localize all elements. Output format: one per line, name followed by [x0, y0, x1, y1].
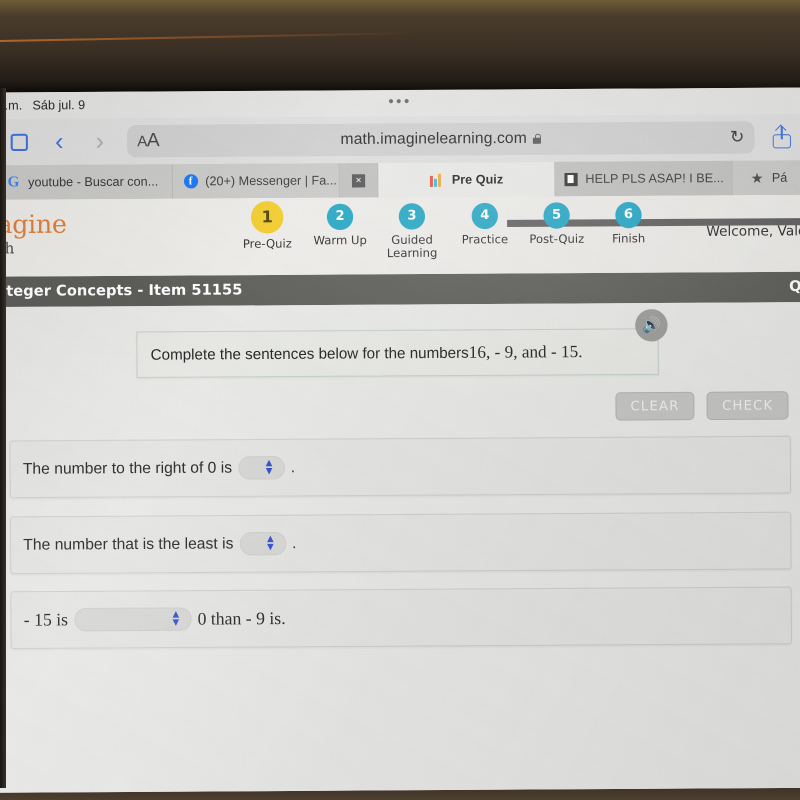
logo-math-text: Math	[0, 239, 15, 258]
step-pre-quiz[interactable]: 1 Pre-Quiz	[239, 201, 296, 251]
device-bezel-left	[0, 88, 6, 788]
google-icon: G	[7, 173, 20, 191]
browser-toolbar: ‹ › AA math.imaginelearning.com ↻	[0, 113, 800, 166]
welcome-message: Welcome, Valeri	[706, 223, 800, 240]
tab-help-pls-asap[interactable]: HELP PLS ASAP! I BE...	[555, 160, 733, 197]
tab-label: Pre Quiz	[451, 172, 504, 187]
chevron-updown-icon: ▲ ▼	[264, 533, 276, 554]
tab-close[interactable]: ×	[339, 162, 379, 198]
imagine-learning-icon	[429, 172, 444, 187]
answer-text-after: 0 than - 9 is.	[197, 607, 286, 629]
step-post-quiz[interactable]: 5 Post-Quiz	[528, 202, 585, 246]
step-number: 5	[543, 202, 570, 229]
answer-dropdown-2[interactable]: ▲ ▼	[239, 531, 287, 556]
step-number: 2	[326, 203, 354, 231]
tab-pre-quiz[interactable]: Pre Quiz	[378, 161, 556, 198]
status-bar-date: Sáb jul. 9	[32, 97, 86, 113]
tab-overview-dots-icon[interactable]: •••	[388, 93, 412, 110]
answer-row-2: The number that is the least is ▲ ▼ .	[9, 511, 792, 575]
lock-icon	[533, 134, 541, 144]
step-practice[interactable]: 4 Practice	[456, 202, 513, 247]
brainly-icon	[563, 171, 578, 186]
tab-label: youtube - Buscar con...	[28, 174, 159, 190]
answer-dropdown-3[interactable]: ▲ ▼	[74, 607, 192, 632]
answer-row-1: The number to the right of 0 is ▲ ▼ .	[9, 435, 792, 499]
answer-row-3: - 15 is ▲ ▼ 0 than - 9 is.	[10, 586, 793, 649]
step-number: 6	[615, 201, 642, 229]
step-label: Guided Learning	[386, 232, 438, 261]
action-buttons: CLEAR CHECK	[615, 391, 789, 421]
close-icon[interactable]: ×	[351, 173, 366, 188]
screen-smudge	[85, 751, 148, 793]
item-title: Integer Concepts - Item 51155	[0, 282, 243, 300]
tab-strip: G youtube - Buscar con... f (20+) Messen…	[0, 160, 800, 200]
step-label: Post-Quiz	[529, 231, 585, 247]
imagine-math-logo[interactable]: magine Math	[0, 209, 67, 258]
answer-text-after: .	[290, 458, 296, 476]
question-prompt-numbers: 16, - 9, and - 15.	[468, 341, 583, 362]
step-label: Finish	[611, 231, 646, 246]
step-label: Pre-Quiz	[242, 236, 292, 251]
reload-icon[interactable]: ↻	[730, 127, 745, 147]
star-icon: ★	[750, 169, 764, 186]
step-number: 3	[398, 203, 426, 230]
check-button[interactable]: CHECK	[706, 391, 789, 421]
step-label: Warm Up	[313, 232, 367, 248]
step-finish[interactable]: 6 Finish	[600, 201, 657, 246]
logo-imagine-text: magine	[0, 209, 67, 240]
step-warm-up[interactable]: 2 Warm Up	[312, 203, 369, 248]
tab-label: HELP PLS ASAP! I BE...	[585, 171, 724, 187]
answer-dropdown-1[interactable]: ▲ ▼	[238, 456, 285, 480]
item-title-bar: Integer Concepts - Item 51155 Qu	[0, 271, 800, 308]
tab-youtube[interactable]: G youtube - Buscar con...	[0, 164, 173, 200]
photo-of-screen: p.m. Sáb jul. 9 ••• ‹ › AA math.imaginel…	[0, 0, 800, 800]
back-icon[interactable]: ‹	[46, 127, 72, 155]
step-guided-learning[interactable]: 3 Guided Learning	[383, 203, 440, 260]
question-prompt: Complete the sentences below for the num…	[136, 328, 659, 379]
question-prompt-text: Complete the sentences below for the num…	[150, 344, 469, 364]
ios-status-bar: p.m. Sáb jul. 9 •••	[0, 87, 800, 119]
sidebar-icon[interactable]	[6, 129, 32, 155]
answer-text-before: The number that is the least is	[23, 534, 234, 554]
item-bar-right-label: Qu	[789, 278, 800, 296]
url-bar[interactable]: AA math.imaginelearning.com ↻	[126, 121, 755, 158]
app-header: magine Math 1 Pre-Quiz 2 Warm Up 3 Guide…	[0, 194, 800, 277]
url-text-wrapper: math.imaginelearning.com	[127, 128, 755, 150]
tab-label: Pá	[771, 170, 788, 185]
step-number: 1	[250, 201, 284, 234]
answer-text-before: The number to the right of 0 is	[22, 458, 233, 478]
step-number: 4	[471, 202, 499, 230]
tab-favorites[interactable]: ★ Pá	[732, 160, 800, 196]
forward-icon[interactable]: ›	[87, 127, 113, 155]
url-text: math.imaginelearning.com	[340, 129, 527, 149]
step-label: Practice	[461, 232, 509, 247]
chevron-updown-icon: ▲ ▼	[263, 457, 275, 478]
chevron-updown-icon: ▲ ▼	[170, 608, 182, 629]
device-bezel-top	[0, 0, 800, 92]
tab-messenger[interactable]: f (20+) Messenger | Fa...	[172, 163, 340, 199]
answer-text-after: .	[292, 534, 297, 552]
tab-label: (20+) Messenger | Fa...	[205, 173, 337, 189]
clear-button[interactable]: CLEAR	[615, 391, 695, 421]
screen-area: p.m. Sáb jul. 9 ••• ‹ › AA math.imaginel…	[0, 87, 800, 793]
answer-text-before: - 15 is	[23, 609, 69, 630]
progress-stepper: 1 Pre-Quiz 2 Warm Up 3 Guided Learning 4…	[239, 201, 800, 269]
question-content: Complete the sentences below for the num…	[0, 302, 800, 793]
speaker-icon[interactable]: 🔊	[635, 308, 668, 342]
facebook-icon: f	[183, 174, 198, 189]
share-icon[interactable]	[769, 124, 795, 150]
